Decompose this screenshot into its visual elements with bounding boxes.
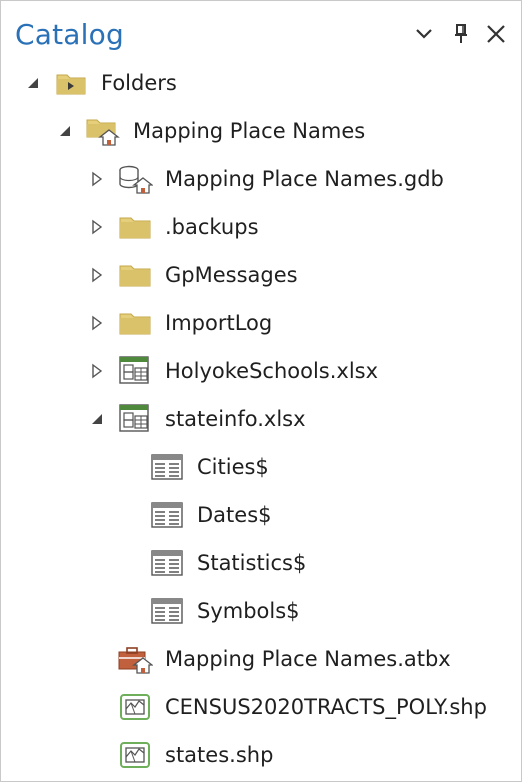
tree-item[interactable]: HolyokeSchools.xlsx (87, 347, 378, 395)
shapefile-icon (117, 692, 153, 722)
tree-item[interactable]: Folders (23, 59, 177, 107)
tree-item-label: CENSUS2020TRACTS_POLY.shp (165, 695, 487, 719)
tree-item[interactable]: ImportLog (87, 299, 272, 347)
expander-spacer (87, 697, 107, 717)
expander-spacer (119, 601, 139, 621)
tree-item[interactable]: Dates$ (119, 491, 272, 539)
excel-workbook-icon (117, 356, 153, 386)
tree-item-label: Mapping Place Names (133, 119, 366, 143)
folder-icon (117, 212, 153, 242)
toolbox-icon (117, 644, 153, 674)
tree-item-label: Dates$ (197, 503, 272, 527)
tree-item-label: Cities$ (197, 455, 269, 479)
table-icon (149, 548, 185, 578)
tree-item[interactable]: GpMessages (87, 251, 298, 299)
close-button[interactable] (483, 21, 509, 47)
folder-icon (117, 260, 153, 290)
tree-item[interactable]: Mapping Place Names.atbx (87, 635, 451, 683)
pin-button[interactable] (448, 21, 474, 47)
collapsed-arrow-icon[interactable] (87, 361, 107, 381)
collapsed-arrow-icon[interactable] (87, 265, 107, 285)
tree-item-label: Mapping Place Names.atbx (165, 647, 451, 671)
tree-item-label: Statistics$ (197, 551, 307, 575)
collapsed-arrow-icon[interactable] (87, 313, 107, 333)
expanded-arrow-icon[interactable] (87, 409, 107, 429)
tree-item-label: states.shp (165, 743, 274, 767)
folder-icon (117, 308, 153, 338)
expanded-arrow-icon[interactable] (23, 73, 43, 93)
options-button[interactable] (411, 21, 437, 47)
tree-item[interactable]: stateinfo.xlsx (87, 395, 306, 443)
tree-item-label: .backups (165, 215, 259, 239)
tree-item-label: Folders (101, 71, 177, 95)
chevron-down-icon (416, 29, 432, 39)
tree-item[interactable]: Mapping Place Names (55, 107, 365, 155)
table-icon (149, 596, 185, 626)
collapsed-arrow-icon[interactable] (87, 217, 107, 237)
tree-item-label: ImportLog (165, 311, 273, 335)
expander-spacer (119, 553, 139, 573)
tree-item[interactable]: CENSUS2020TRACTS_POLY.shp (87, 683, 487, 731)
tree-item[interactable]: Cities$ (119, 443, 269, 491)
expander-spacer (87, 649, 107, 669)
tree-item[interactable]: Symbols$ (119, 587, 300, 635)
pane-titlebar: Catalog (1, 1, 521, 67)
expander-spacer (87, 745, 107, 765)
tree-item[interactable]: .backups (87, 203, 259, 251)
expanded-arrow-icon[interactable] (55, 121, 75, 141)
home-folder-icon (85, 116, 121, 146)
pane-title: Catalog (15, 18, 124, 51)
tree-item[interactable]: states.shp (87, 731, 273, 779)
table-icon (149, 500, 185, 530)
expander-spacer (119, 505, 139, 525)
collapsed-arrow-icon[interactable] (87, 169, 107, 189)
tree-item-label: Symbols$ (197, 599, 300, 623)
catalog-pane: Catalog Folders Mapping Place Names Mapp… (0, 0, 522, 782)
geodatabase-icon (117, 164, 153, 194)
excel-workbook-icon (117, 404, 153, 434)
pin-icon (455, 24, 467, 43)
tree-item[interactable]: Mapping Place Names.gdb (87, 155, 444, 203)
tree-item-label: GpMessages (165, 263, 298, 287)
tree-item-label: stateinfo.xlsx (165, 407, 306, 431)
table-icon (149, 452, 185, 482)
expander-spacer (119, 457, 139, 477)
folders-icon (53, 68, 89, 98)
tree-item[interactable]: Statistics$ (119, 539, 306, 587)
tree-item-label: Mapping Place Names.gdb (165, 167, 444, 191)
shapefile-icon (117, 740, 153, 770)
tree-item-label: HolyokeSchools.xlsx (165, 359, 379, 383)
close-icon (487, 25, 505, 43)
